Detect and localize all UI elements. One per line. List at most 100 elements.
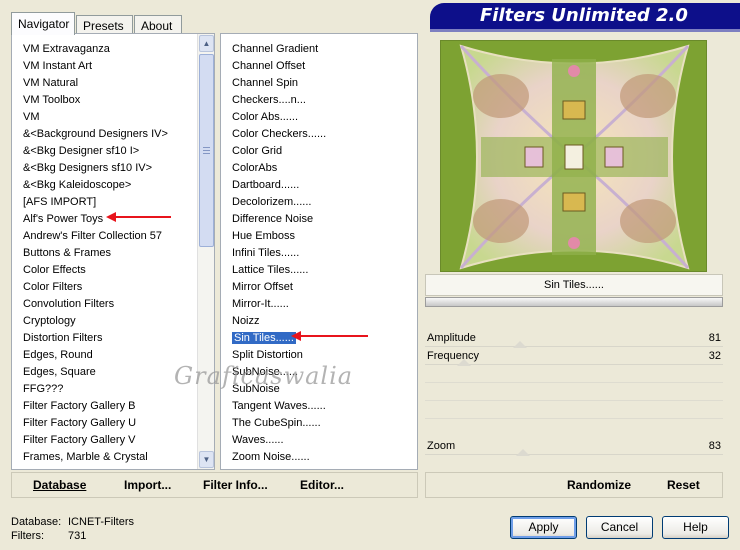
filter-list-item[interactable]: Hue Emboss	[221, 228, 417, 245]
filter-list-item[interactable]: Zoom Noise......	[221, 449, 417, 466]
filter-list-item[interactable]: Dartboard......	[221, 177, 417, 194]
filter-list-item-label: Tangent Waves......	[232, 400, 326, 412]
slider-thumb[interactable]	[516, 449, 531, 456]
separator-bar	[425, 297, 723, 307]
filter-list-item-label: Channel Offset	[232, 60, 306, 72]
category-list-item[interactable]: Frames, Square & Rect	[12, 466, 196, 469]
filter-list-item[interactable]: Channel Gradient	[221, 41, 417, 58]
tab-presets[interactable]: Presets	[76, 15, 133, 34]
filter-list-item[interactable]: Checkers....n...	[221, 92, 417, 109]
import-button[interactable]: Import...	[124, 478, 171, 492]
filter-info-button[interactable]: Filter Info...	[203, 478, 268, 492]
amplitude-slider[interactable]: Amplitude 81	[425, 329, 723, 348]
category-list-item[interactable]: Cryptology	[12, 313, 196, 330]
preview-kaleidoscope	[459, 44, 690, 270]
filter-list-item-label: Waves......	[232, 434, 284, 446]
filter-list-item-label: Dartboard......	[232, 179, 300, 191]
category-list-item[interactable]: Filter Factory Gallery V	[12, 432, 196, 449]
category-list-item[interactable]: Filter Factory Gallery U	[12, 415, 196, 432]
filter-list-item-label: Lattice Tiles......	[232, 264, 309, 276]
category-list-item[interactable]: Filter Factory Gallery B	[12, 398, 196, 415]
category-list-item[interactable]: [AFS IMPORT]	[12, 194, 196, 211]
filter-list-item-label: Sin Tiles......	[232, 332, 296, 344]
zoom-label: Zoom	[427, 440, 456, 452]
category-list-item[interactable]: &<Background Designers IV>	[12, 126, 196, 143]
filter-list-item-label: Color Checkers......	[232, 128, 327, 140]
help-button[interactable]: Help	[662, 516, 729, 539]
category-list-item[interactable]: &<Bkg Designer sf10 I>	[12, 143, 196, 160]
frequency-slider[interactable]: Frequency 32	[425, 347, 723, 366]
category-list-item[interactable]: Andrew's Filter Collection 57	[12, 228, 196, 245]
category-list-item[interactable]: Edges, Square	[12, 364, 196, 381]
filter-list-panel: Channel Gradient Channel Offset Channel Sp…	[220, 33, 418, 470]
category-list-item[interactable]: VM Extravaganza	[12, 41, 196, 58]
tab-about[interactable]: About	[134, 15, 182, 34]
amplitude-value: 81	[708, 332, 721, 344]
category-list-item[interactable]: Convolution Filters	[12, 296, 196, 313]
database-button[interactable]: Database	[33, 478, 86, 492]
filter-list-item[interactable]: Color Abs......	[221, 109, 417, 126]
category-list-item[interactable]: Color Filters	[12, 279, 196, 296]
scroll-down-icon[interactable]: ▼	[199, 451, 214, 468]
category-list-item[interactable]: VM	[12, 109, 196, 126]
scroll-up-icon[interactable]: ▲	[199, 35, 214, 52]
category-list-item[interactable]: VM Toolbox	[12, 92, 196, 109]
category-list-item[interactable]: Buttons & Frames	[12, 245, 196, 262]
category-list-item[interactable]: Distortion Filters	[12, 330, 196, 347]
filter-list-item[interactable]: Infini Tiles......	[221, 245, 417, 262]
filter-list-item[interactable]: Noizz	[221, 313, 417, 330]
filter-list-item[interactable]: Channel Offset	[221, 58, 417, 75]
filter-list-item[interactable]: Decolorizem......	[221, 194, 417, 211]
filter-list-item[interactable]: Mirror-It......	[221, 296, 417, 313]
filter-list-item-label: Channel Spin	[232, 77, 299, 89]
filter-list-item-label: Difference Noise	[232, 213, 314, 225]
filter-list-item[interactable]: Color Checkers......	[221, 126, 417, 143]
frequency-value: 32	[708, 350, 721, 362]
scroll-thumb[interactable]	[199, 54, 214, 247]
category-list-item[interactable]: &<Bkg Kaleidoscope>	[12, 177, 196, 194]
cancel-button[interactable]: Cancel	[586, 516, 653, 539]
preview-image	[440, 40, 707, 272]
apply-button[interactable]: Apply	[510, 516, 577, 539]
category-list[interactable]: VM Extravaganza VM Instant Art VM Natural V…	[12, 34, 196, 469]
filter-list-item[interactable]: The CubeSpin......	[221, 415, 417, 432]
filter-list-item[interactable]: Waves......	[221, 432, 417, 449]
editor-button[interactable]: Editor...	[300, 478, 344, 492]
filter-list-item[interactable]: Tangent Waves......	[221, 398, 417, 415]
preset-actions-bar: Randomize Reset	[425, 472, 723, 498]
database-button-label: Database	[33, 478, 87, 492]
filter-list-item[interactable]: Sin Tiles......	[221, 330, 417, 347]
filter-list-item[interactable]: Lattice Tiles......	[221, 262, 417, 279]
slider-thumb[interactable]	[456, 359, 471, 366]
filter-list-item-label: Split Distortion	[232, 349, 303, 361]
randomize-button[interactable]: Randomize	[567, 478, 631, 492]
filter-list-item[interactable]: Mirror Offset	[221, 279, 417, 296]
category-list-item[interactable]: FFG???	[12, 381, 196, 398]
category-list-item[interactable]: VM Natural	[12, 75, 196, 92]
filter-list-item[interactable]: Difference Noise	[221, 211, 417, 228]
filter-list-item[interactable]: Channel Spin	[221, 75, 417, 92]
filter-list-item-label: ColorAbs	[232, 162, 278, 174]
category-scrollbar[interactable]: ▲ ▼	[197, 34, 214, 469]
annotation-arrow-icon	[106, 212, 116, 222]
category-list-item[interactable]: Color Effects	[12, 262, 196, 279]
filter-list[interactable]: Channel Gradient Channel Offset Channel Sp…	[221, 34, 417, 469]
filter-list-item-label: Decolorizem......	[232, 196, 312, 208]
filter-list-item[interactable]: Color Grid	[221, 143, 417, 160]
reset-button[interactable]: Reset	[667, 478, 700, 492]
annotation-arrow-icon	[291, 331, 301, 341]
category-list-item[interactable]: VM Instant Art	[12, 58, 196, 75]
category-list-item[interactable]: Frames, Marble & Crystal	[12, 449, 196, 466]
filter-list-item-label: Color Abs......	[232, 111, 299, 123]
filter-list-item[interactable]: ColorAbs	[221, 160, 417, 177]
filter-list-item-label: Mirror-It......	[232, 298, 289, 310]
frequency-label: Frequency	[427, 350, 479, 362]
category-list-item[interactable]: &<Bkg Designers sf10 IV>	[12, 160, 196, 177]
category-list-item[interactable]: Alf's Power Toys	[12, 211, 196, 228]
app-title-banner: Filters Unlimited 2.0	[430, 3, 740, 29]
zoom-slider[interactable]: Zoom 83	[425, 437, 723, 456]
tab-navigator[interactable]: Navigator	[11, 12, 75, 35]
title-stripe	[430, 29, 740, 32]
amplitude-label: Amplitude	[427, 332, 476, 344]
category-list-item[interactable]: Edges, Round	[12, 347, 196, 364]
